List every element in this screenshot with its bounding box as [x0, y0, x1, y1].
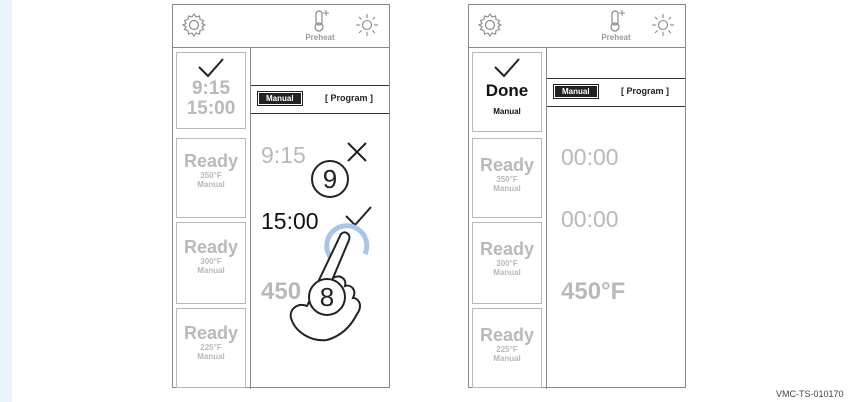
slot-mode: Manual [197, 180, 225, 189]
slot-ready-350[interactable]: Ready 350°F Manual [472, 138, 542, 218]
slot-ready-225[interactable]: Ready 225°F Manual [472, 308, 542, 388]
slot-time-end: 15:00 [186, 98, 236, 119]
slot-title: Ready [183, 323, 239, 343]
gear-icon[interactable] [181, 12, 207, 38]
slot-done[interactable]: Done Manual [472, 52, 542, 132]
callout-step-9: 9 [311, 160, 349, 198]
mode-program-tab[interactable]: [ Program ] [325, 93, 373, 103]
slot-mode: Manual [493, 184, 521, 193]
slot-temp: 225°F [200, 343, 222, 352]
mode-manual-tab[interactable]: Manual [257, 91, 303, 106]
checkmark-icon [198, 58, 224, 78]
preheat-button[interactable]: Preheat [293, 9, 347, 47]
slot-title: Ready [479, 239, 535, 259]
slot-ready-300[interactable]: Ready 300°F Manual [472, 222, 542, 304]
callout-step-8: 8 [308, 278, 346, 316]
figure-id-label: VMC-TS-010170 [774, 389, 846, 399]
slot-temp: 350°F [496, 175, 518, 184]
slot-ready-300[interactable]: Ready 300°F Manual [176, 222, 246, 304]
brightness-icon[interactable] [355, 13, 379, 37]
checkmark-icon [494, 58, 520, 78]
brightness-icon[interactable] [651, 13, 675, 37]
slot-temp: 350°F [200, 171, 222, 180]
slot-title: Ready [183, 151, 239, 171]
end-time-value[interactable]: 00:00 [561, 206, 619, 233]
close-icon[interactable] [345, 140, 369, 164]
mode-program-tab[interactable]: [ Program ] [621, 86, 669, 96]
preheat-label: Preheat [305, 33, 335, 42]
mode-selector: Manual [ Program ] [547, 78, 685, 107]
slot-title: Done [485, 81, 529, 100]
slot-active[interactable]: 9:15 15:00 [176, 52, 246, 129]
right-top-bar: Preheat [469, 5, 685, 47]
start-time-value[interactable]: 00:00 [561, 144, 619, 171]
slot-mode: Manual [493, 354, 521, 363]
left-slot-column: 9:15 15:00 Ready 350°F Manual Ready 300°… [173, 47, 251, 389]
right-slot-column: Done Manual Ready 350°F Manual Ready 300… [469, 47, 547, 389]
left-top-bar: Preheat [173, 5, 389, 47]
start-time-value[interactable]: 9:15 [261, 142, 306, 169]
preheat-label: Preheat [601, 33, 631, 42]
slot-time-start: 9:15 [191, 78, 231, 99]
slot-title: Ready [183, 237, 239, 257]
thermometer-icon [610, 10, 625, 32]
left-detail-panel: Manual [ Program ] 9:15 15:00 450 9 8 [251, 47, 389, 390]
slot-ready-350[interactable]: Ready 350°F Manual [176, 138, 246, 218]
slot-title: Ready [479, 155, 535, 175]
slot-temp: 225°F [496, 345, 518, 354]
thermometer-icon [314, 10, 329, 32]
slot-temp: 300°F [496, 259, 518, 268]
right-device-screen: Preheat Done Manual Ready 350°F Manual R… [468, 4, 686, 390]
mode-manual-tab[interactable]: Manual [553, 84, 599, 99]
slot-ready-225[interactable]: Ready 225°F Manual [176, 308, 246, 388]
slot-mode: Manual [493, 107, 521, 116]
mode-selector: Manual [ Program ] [251, 85, 389, 114]
preheat-button[interactable]: Preheat [589, 9, 643, 47]
figure-panel [12, 0, 849, 402]
slot-title: Ready [479, 325, 535, 345]
slot-temp: 300°F [200, 257, 222, 266]
left-device-screen: Preheat 9:15 15:00 Ready 350°F Manual Re… [172, 4, 390, 390]
slot-mode: Manual [197, 266, 225, 275]
slot-mode: Manual [493, 268, 521, 277]
gear-icon[interactable] [477, 12, 503, 38]
temperature-value[interactable]: 450°F [561, 278, 625, 306]
right-detail-panel: Manual [ Program ] 00:00 00:00 450°F [547, 47, 685, 390]
slot-mode: Manual [197, 352, 225, 361]
